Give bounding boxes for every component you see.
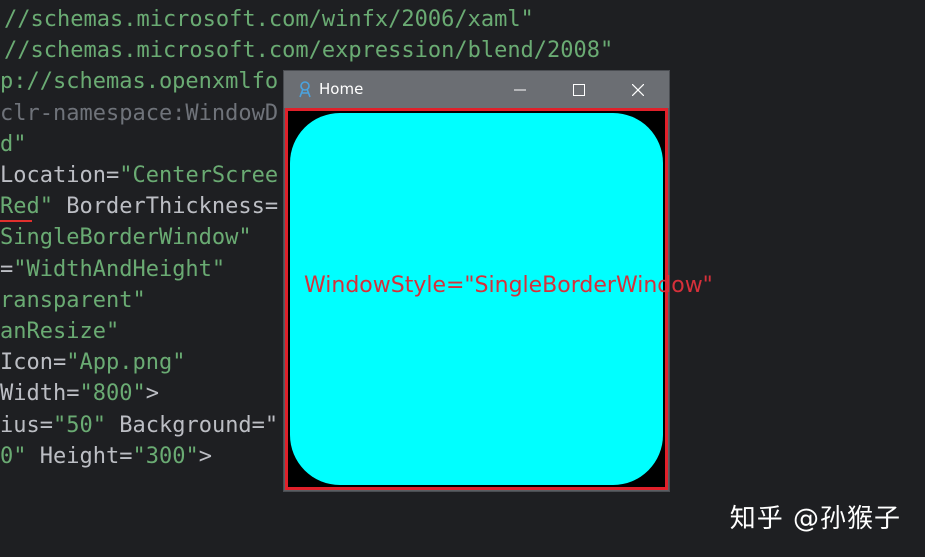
app-icon — [296, 80, 314, 98]
code-token: > — [198, 443, 212, 469]
close-button[interactable] — [609, 71, 667, 108]
code-token: "300" — [132, 443, 199, 469]
code-line[interactable]: SingleBorderWindow" — [0, 222, 252, 253]
code-line[interactable]: ="WidthAndHeight" — [0, 254, 225, 285]
window-style-label: WindowStyle="SingleBorderWindow" — [304, 273, 713, 298]
code-token: "App.png" — [66, 350, 186, 376]
code-line[interactable]: ransparent" — [0, 285, 146, 316]
code-line[interactable]: Red" BorderThickness= — [0, 191, 278, 222]
code-token: = — [0, 256, 14, 282]
code-token: = — [105, 163, 120, 188]
code-token: "50" — [53, 412, 106, 438]
code-line[interactable]: ius="50" Background=" — [0, 410, 278, 441]
code-token: = — [39, 412, 53, 438]
code-token: Height= — [26, 443, 133, 469]
code-token: ius — [0, 412, 40, 438]
code-token: SingleBorderWindow" — [0, 225, 252, 251]
maximize-icon — [573, 83, 585, 96]
code-token: = — [52, 350, 67, 376]
code-line[interactable]: Location="CenterScree — [0, 160, 278, 191]
code-token: clr-namespace:WindowD — [0, 100, 279, 126]
code-line[interactable]: anResize" — [0, 316, 119, 347]
code-token: "800" — [79, 381, 146, 407]
code-line[interactable]: //schemas.microsoft.com/expression/blend… — [4, 35, 613, 66]
code-token: BorderThickness= — [52, 194, 279, 220]
code-line[interactable]: d" — [0, 129, 27, 160]
watermark: 知乎 @孙猴子 — [729, 504, 901, 534]
code-token: //schemas.microsoft.com/winfx/2006/xaml" — [4, 7, 534, 32]
code-token: p://schemas.openxmlfo — [0, 69, 279, 95]
code-token: "CenterScree — [119, 163, 279, 188]
code-token: Icon — [0, 350, 53, 376]
code-token: //schemas.microsoft.com/expression/blend… — [4, 38, 614, 64]
code-token: anResize" — [0, 319, 120, 344]
code-token: Red" — [0, 194, 53, 220]
window-titlebar[interactable]: Home — [284, 71, 669, 108]
code-token: > — [145, 381, 159, 407]
code-token: 0" — [0, 443, 27, 469]
code-line[interactable]: clr-namespace:WindowD — [0, 98, 278, 129]
code-token: Background=" — [105, 412, 279, 438]
code-token: "WidthAndHeight" — [13, 256, 226, 282]
code-line[interactable]: 0" Height="300"> — [0, 441, 212, 472]
code-token: Width — [0, 381, 67, 407]
code-token: = — [66, 381, 80, 407]
code-line[interactable]: //schemas.microsoft.com/winfx/2006/xaml" — [4, 4, 534, 35]
minimize-button[interactable] — [491, 71, 549, 108]
window-title: Home — [319, 80, 364, 98]
minimize-icon — [514, 89, 526, 90]
code-token: d" — [0, 131, 27, 157]
error-squiggle — [0, 220, 32, 222]
close-icon — [632, 83, 644, 96]
code-line[interactable]: Icon="App.png" — [0, 347, 185, 378]
code-token: ransparent" — [0, 287, 146, 313]
code-token: Location — [0, 163, 106, 188]
maximize-button[interactable] — [550, 71, 608, 108]
code-line[interactable]: Width="800"> — [0, 378, 159, 409]
